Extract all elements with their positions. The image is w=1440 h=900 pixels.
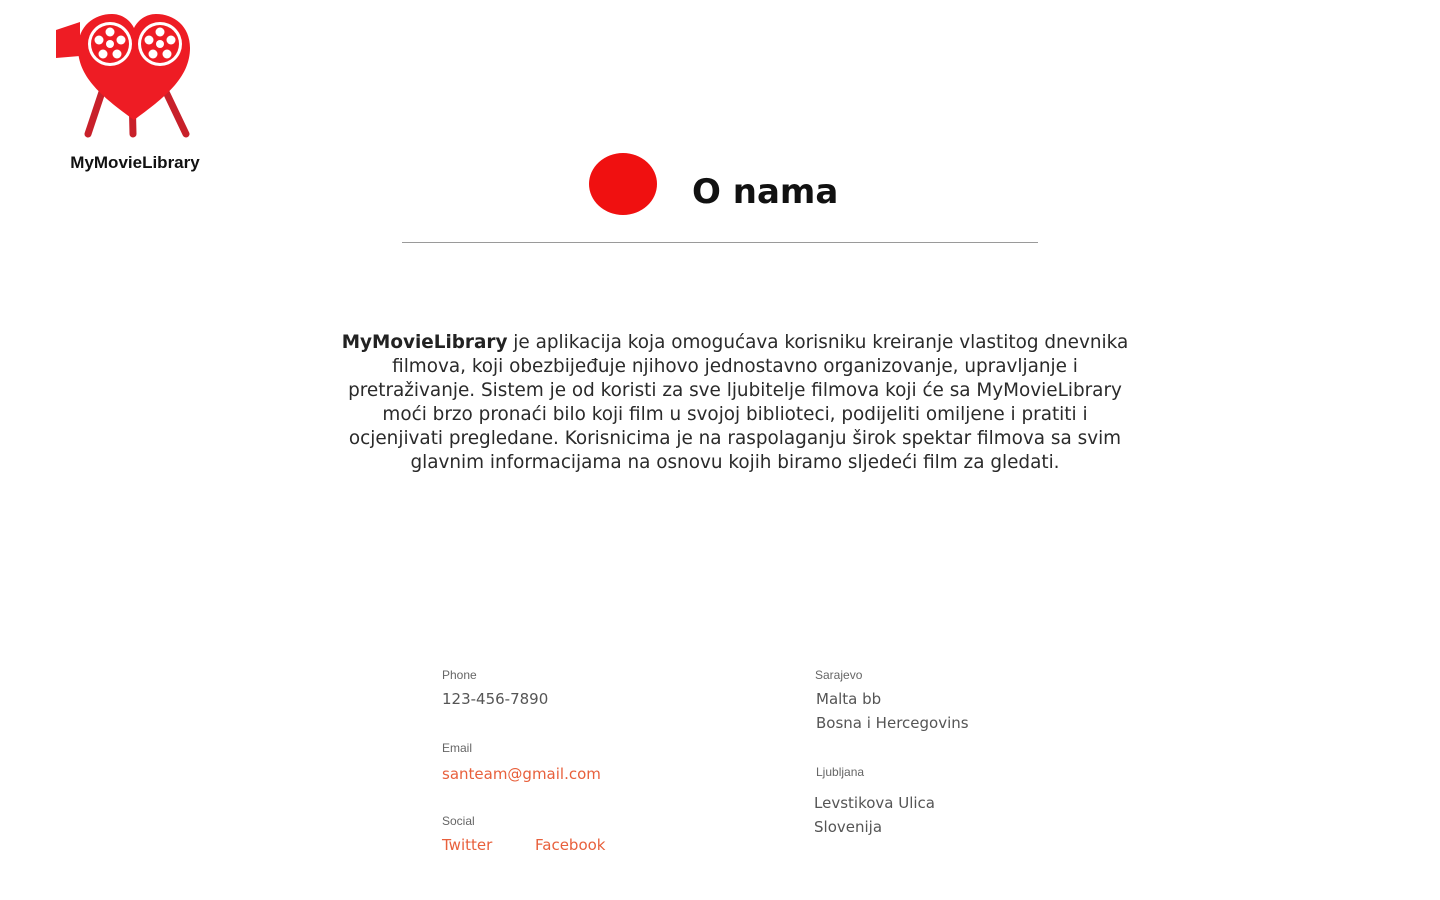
- ljubljana-label: Ljubljana: [816, 765, 865, 779]
- about-brand-name: MyMovieLibrary: [341, 332, 508, 353]
- heart-film-camera-logo-icon: [56, 14, 190, 138]
- ljubljana-address-line1: Levstikova Ulica: [814, 794, 935, 812]
- home-logo-link[interactable]: MyMovieLibrary: [50, 10, 220, 172]
- sarajevo-address-line1: Malta bb: [816, 690, 882, 708]
- heading-red-dot: [589, 153, 657, 215]
- ljubljana-address-line2: Slovenija: [814, 818, 883, 836]
- twitter-link[interactable]: Twitter: [442, 836, 492, 854]
- email-label: Email: [442, 741, 473, 755]
- about-paragraph: MyMovieLibrary je aplikacija koja omoguć…: [340, 331, 1130, 475]
- email-link[interactable]: santeam@gmail.com: [442, 765, 601, 783]
- page-title: O nama: [692, 172, 839, 212]
- about-description: je aplikacija koja omogućava korisniku k…: [348, 332, 1129, 473]
- facebook-link[interactable]: Facebook: [535, 836, 605, 854]
- social-label: Social: [442, 814, 475, 828]
- sarajevo-address-line2: Bosna i Hercegovins: [816, 714, 969, 732]
- about-page: MyMovieLibrary O nama MyMovieLibrary je …: [0, 0, 1440, 900]
- phone-value: 123-456-7890: [442, 690, 549, 708]
- heading-divider: [402, 242, 1038, 243]
- sarajevo-label: Sarajevo: [815, 668, 863, 682]
- brand-name: MyMovieLibrary: [70, 153, 200, 172]
- phone-label: Phone: [442, 668, 477, 682]
